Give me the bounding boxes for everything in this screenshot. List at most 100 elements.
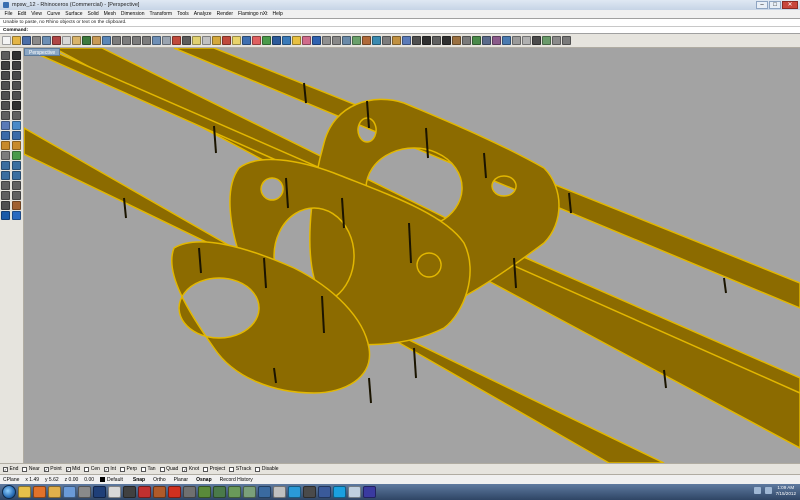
copy-icon[interactable] [62,36,71,45]
photoshop-taskbar-icon[interactable] [93,486,106,498]
open-icon[interactable] [12,36,21,45]
app-taskbar-icon-12[interactable] [303,486,316,498]
osnap-end[interactable]: End [3,466,18,472]
mesh-icon[interactable] [382,36,391,45]
rectangle-tool-icon[interactable] [12,91,21,100]
layer-icon[interactable] [222,36,231,45]
osnap-checkbox[interactable] [255,466,261,472]
rhino-taskbar-icon[interactable] [78,486,91,498]
loft-tool-icon[interactable] [12,121,21,130]
pan-icon[interactable] [92,36,101,45]
osnap-checkbox[interactable] [84,466,90,472]
select-arrow-icon[interactable] [1,51,10,60]
network-icon[interactable] [753,487,761,494]
curve-tool-icon[interactable] [1,71,10,80]
planar-icon[interactable] [342,36,351,45]
surface-tool-icon[interactable] [1,121,10,130]
history-icon[interactable] [352,36,361,45]
zoom-window-icon[interactable] [122,36,131,45]
paste-icon[interactable] [72,36,81,45]
analyze-tool-icon[interactable] [12,201,21,210]
color-wheel-icon[interactable] [252,36,261,45]
scale-icon[interactable] [502,36,511,45]
osnap-mid[interactable]: Mid [65,466,80,472]
osnap-checkbox[interactable] [141,466,147,472]
osnap-cen[interactable]: Cen [84,466,100,472]
menu-analyze[interactable]: Analyze [191,11,214,17]
osnap-project[interactable]: Project [203,466,225,472]
osnap-quad[interactable]: Quad [159,466,178,472]
menu-surface[interactable]: Surface [63,11,85,17]
polyline-tool-icon[interactable] [12,61,21,70]
osnap-icon[interactable] [332,36,341,45]
render-tool-icon[interactable] [12,151,21,160]
menu-edit[interactable]: Edit [15,11,29,17]
settings-tool-icon[interactable] [12,211,21,220]
osnap-disable[interactable]: Disable [255,466,279,472]
osnap-checkbox[interactable] [103,466,109,472]
plugin-icon[interactable] [542,36,551,45]
game-taskbar-icon[interactable] [123,486,136,498]
script-icon[interactable] [532,36,541,45]
text-icon[interactable] [442,36,451,45]
layer-pane[interactable]: Default [100,477,129,483]
material-icon[interactable] [272,36,281,45]
osnap-int[interactable]: Int [103,466,116,472]
app-taskbar-icon-10[interactable] [273,486,286,498]
zoom-selected-icon[interactable] [142,36,151,45]
record-history-toggle[interactable]: Record History [216,477,257,483]
menu-mesh[interactable]: Mesh [101,11,118,17]
osnap-toggle[interactable]: Osnap [192,477,216,483]
menu-curve[interactable]: Curve [44,11,62,17]
app-taskbar-icon-2[interactable] [153,486,166,498]
ortho-toggle[interactable]: Ortho [149,477,170,483]
boolean-tool-icon[interactable] [12,141,21,150]
sphere-tool-icon[interactable] [12,131,21,140]
viewport-title-tab[interactable]: Perspective [24,48,61,56]
menu-file[interactable]: File [2,11,15,17]
solid-icon[interactable] [392,36,401,45]
menu-transform[interactable]: Transform [147,11,175,17]
dimension-icon[interactable] [432,36,441,45]
osnap-strack[interactable]: STrack [229,466,251,472]
environment-icon[interactable] [282,36,291,45]
properties-icon[interactable] [242,36,251,45]
app-taskbar-icon-1[interactable] [138,486,151,498]
undo-icon[interactable] [82,36,91,45]
perspective-viewport[interactable]: Perspective [24,48,800,463]
split-tool-icon[interactable] [1,181,10,190]
zoom-extents-icon[interactable] [132,36,141,45]
import-icon[interactable] [42,36,51,45]
osnap-checkbox[interactable] [159,466,165,472]
start-button[interactable] [2,485,16,499]
menu-render[interactable]: Render [214,11,235,17]
render-icon[interactable] [262,36,271,45]
app-taskbar-icon-15[interactable] [363,486,376,498]
align-icon[interactable] [512,36,521,45]
extrude-tool-icon[interactable] [1,141,10,150]
osnap-checkbox[interactable] [3,466,8,472]
app-taskbar-icon-11[interactable] [288,486,301,498]
snap-toggle[interactable]: Snap [129,477,149,483]
scale-tool-icon[interactable] [12,171,21,180]
block-icon[interactable] [452,36,461,45]
app-taskbar-icon-14[interactable] [348,486,361,498]
explode-tool-icon[interactable] [12,191,21,200]
show-icon[interactable] [192,36,201,45]
firefox-taskbar-icon[interactable] [33,486,46,498]
menu-view[interactable]: View [29,11,45,17]
gear-icon[interactable] [1,211,10,220]
zoom-icon[interactable] [112,36,121,45]
mirror-icon[interactable] [492,36,501,45]
analyze-icon[interactable] [362,36,371,45]
flamingo-icon[interactable] [302,36,311,45]
point-icon[interactable] [422,36,431,45]
transform-icon[interactable] [472,36,481,45]
line-tool-icon[interactable] [1,61,10,70]
perspective-icon[interactable] [172,36,181,45]
polygon-tool-icon[interactable] [1,101,10,110]
trim-tool-icon[interactable] [12,181,21,190]
fillet-tool-icon[interactable] [1,111,10,120]
app-taskbar-icon-4[interactable] [183,486,196,498]
osnap-checkbox[interactable] [182,466,188,472]
